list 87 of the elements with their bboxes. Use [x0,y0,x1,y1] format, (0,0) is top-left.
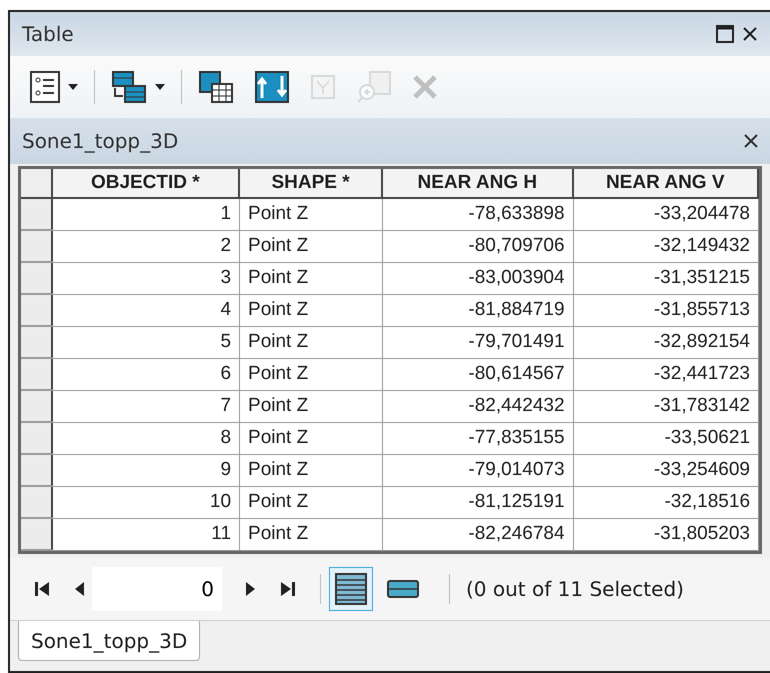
table-cell: -31,351215 [574,263,760,294]
table-cell: -80,614567 [383,359,574,390]
row-selector[interactable] [21,455,53,486]
table-cell: -79,014073 [383,455,574,486]
switch-selection-icon [254,70,290,104]
table-cell: 9 [52,455,240,486]
first-record-button[interactable] [34,581,50,597]
row-selector[interactable] [21,199,53,230]
column-header[interactable]: NEAR ANG H [383,169,574,197]
table-cell: 1 [52,199,240,230]
table-cell: -79,701491 [383,327,574,358]
caret-icon [155,84,165,90]
layer-title: Sone1_topp_3D [22,128,178,155]
delete-icon [412,74,438,100]
table-cell: -77,835155 [383,423,574,454]
table-cell: 10 [52,487,240,518]
table-cell: -31,855713 [574,295,760,326]
column-header[interactable]: SHAPE * [240,169,384,197]
table-cell: Point Z [240,455,384,486]
row-selector[interactable] [21,231,53,262]
close-icon[interactable] [742,26,758,42]
column-header[interactable]: NEAR ANG V [574,169,759,197]
table-cell: 4 [52,295,240,326]
table-cell: -78,633898 [383,199,574,230]
zoom-to-selected-icon [356,70,392,104]
table-cell: 3 [52,263,240,294]
table-cell: -81,125191 [383,487,574,518]
table-cell: Point Z [240,295,384,326]
table-cell: Point Z [240,519,384,550]
table-cell: -82,442432 [383,391,574,422]
first-record-icon [34,581,50,597]
table-cell: -33,50621 [574,423,760,454]
next-record-button[interactable] [246,581,256,597]
selected-records-icon [386,579,420,599]
row-selector[interactable] [21,423,53,454]
maximize-icon[interactable] [716,25,734,43]
table-cell: Point Z [240,487,384,518]
table-cell: -32,18516 [574,487,760,518]
table-cell: -80,709706 [383,231,574,262]
table-cell: 5 [52,327,240,358]
caret-icon [68,84,78,90]
last-record-icon [280,581,296,597]
table-cell: -81,884719 [383,295,574,326]
table-cell: 7 [52,391,240,422]
list-options-icon [30,71,60,103]
table-cell: Point Z [240,231,384,262]
select-table-icon [198,70,234,104]
table-cell: Point Z [240,359,384,390]
previous-record-button[interactable] [74,581,84,597]
table-cell: 11 [52,519,240,550]
row-selector[interactable] [21,391,53,422]
previous-record-icon [74,581,84,597]
row-selector[interactable] [21,359,53,390]
table-cell: Point Z [240,423,384,454]
row-selector[interactable] [21,263,53,294]
table-cell: 6 [52,359,240,390]
table-cell: -31,805203 [574,519,760,550]
selection-status: (0 out of 11 Selected) [466,576,684,603]
table-cell: -83,003904 [383,263,574,294]
row-selector[interactable] [21,487,53,518]
window-title: Table [22,21,74,48]
last-record-button[interactable] [280,581,296,597]
row-selector[interactable] [21,295,53,326]
next-record-icon [246,581,256,597]
table-cell: Point Z [240,199,384,230]
record-field[interactable]: 0 [92,567,222,611]
layer-tab[interactable]: Sone1_topp_3D [18,621,200,661]
related-tables-icon [111,70,147,104]
table-cell: -82,246784 [383,519,574,550]
table-cell: Point Z [240,391,384,422]
table-cell: 8 [52,423,240,454]
table-cell: -32,441723 [574,359,760,390]
table-cell: Point Z [240,327,384,358]
table-cell: -31,783142 [574,391,760,422]
table-cell: Point Z [240,263,384,294]
table-cell: -33,254609 [574,455,760,486]
table-cell: -33,204478 [574,199,760,230]
show-all-button[interactable] [329,567,373,611]
column-header[interactable]: OBJECTID * [52,169,240,197]
close-icon[interactable] [744,134,758,148]
table-cell: -32,149432 [574,231,760,262]
clear-selection-icon [310,74,336,100]
table-cell: -32,892154 [574,327,760,358]
row-selector[interactable] [21,519,53,550]
table-cell: 2 [52,231,240,262]
all-records-icon [334,572,368,606]
row-selector[interactable] [21,327,53,358]
